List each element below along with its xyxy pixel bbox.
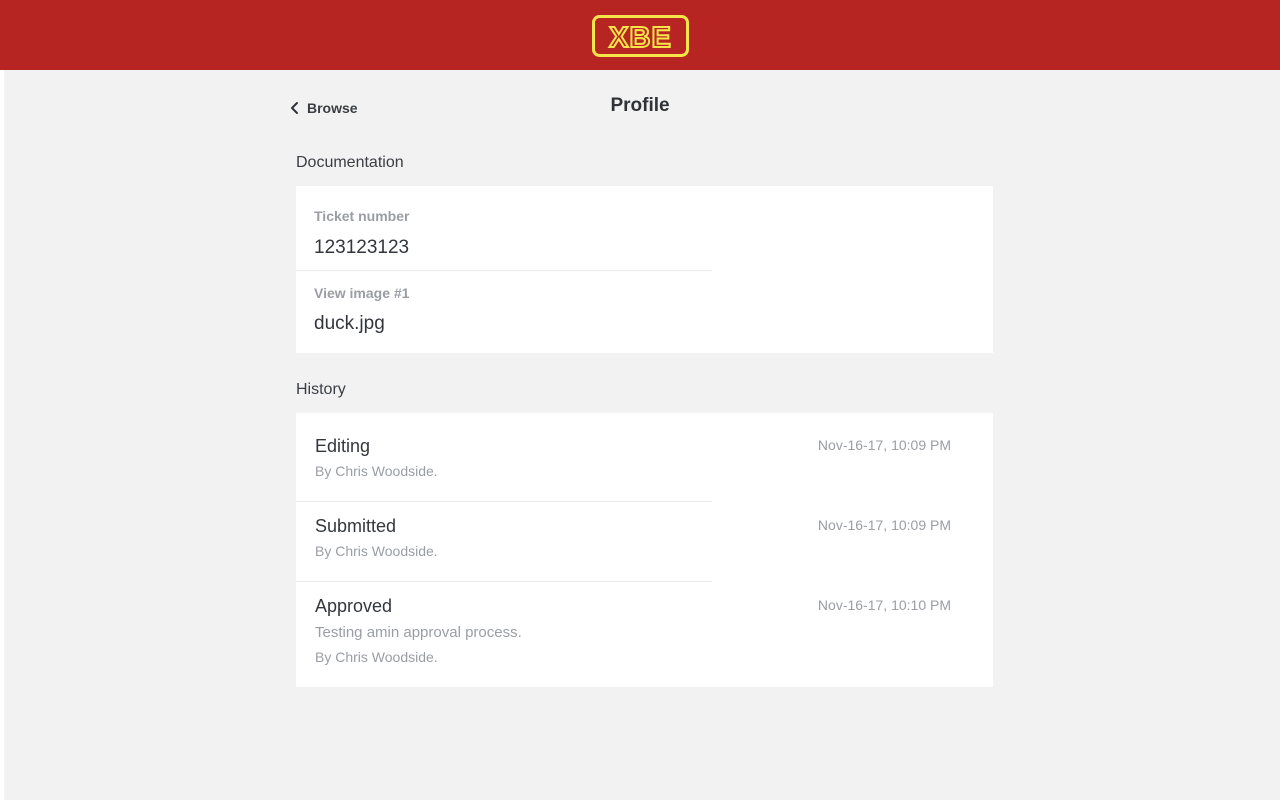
documentation-card: Ticket number 123123123 View image #1 du…	[296, 186, 993, 353]
page: XBE Browse Profile Documentation Ticket …	[0, 0, 1280, 800]
history-timestamp: Nov-16-17, 10:09 PM	[817, 437, 951, 453]
chevron-left-icon	[291, 102, 298, 114]
back-link-label: Browse	[307, 100, 358, 116]
history-author: By Chris Woodside.	[315, 649, 438, 665]
history-divider	[296, 501, 712, 502]
history-divider	[296, 581, 712, 582]
history-item-approved: Approved Testing amin approval process. …	[315, 596, 975, 665]
history-item-submitted: Submitted By Chris Woodside. Nov-16-17, …	[315, 516, 975, 559]
history-timestamp: Nov-16-17, 10:10 PM	[817, 597, 951, 613]
view-image-field[interactable]: View image #1 duck.jpg	[314, 285, 409, 335]
ticket-number-field: Ticket number 123123123	[314, 208, 409, 259]
ticket-number-value: 123123123	[314, 237, 410, 258]
xbe-logo[interactable]: XBE	[592, 15, 689, 57]
documentation-section-title: Documentation	[296, 154, 404, 171]
back-to-browse-link[interactable]: Browse	[288, 96, 358, 120]
history-card: Editing By Chris Woodside. Nov-16-17, 10…	[296, 413, 993, 687]
logo-text: XBE	[609, 22, 672, 54]
field-divider	[296, 270, 712, 271]
top-bar: XBE	[0, 0, 1280, 70]
image-file-link[interactable]: duck.jpg	[314, 313, 409, 335]
history-section-title: History	[296, 381, 346, 398]
history-author: By Chris Woodside.	[315, 463, 438, 479]
history-author: By Chris Woodside.	[315, 543, 438, 559]
page-title: Profile	[610, 95, 670, 116]
history-note: Testing amin approval process.	[315, 624, 522, 641]
history-item-editing: Editing By Chris Woodside. Nov-16-17, 10…	[315, 436, 975, 479]
history-timestamp: Nov-16-17, 10:09 PM	[817, 517, 951, 533]
ticket-number-label: Ticket number	[314, 208, 410, 224]
view-image-label: View image #1	[314, 285, 410, 301]
